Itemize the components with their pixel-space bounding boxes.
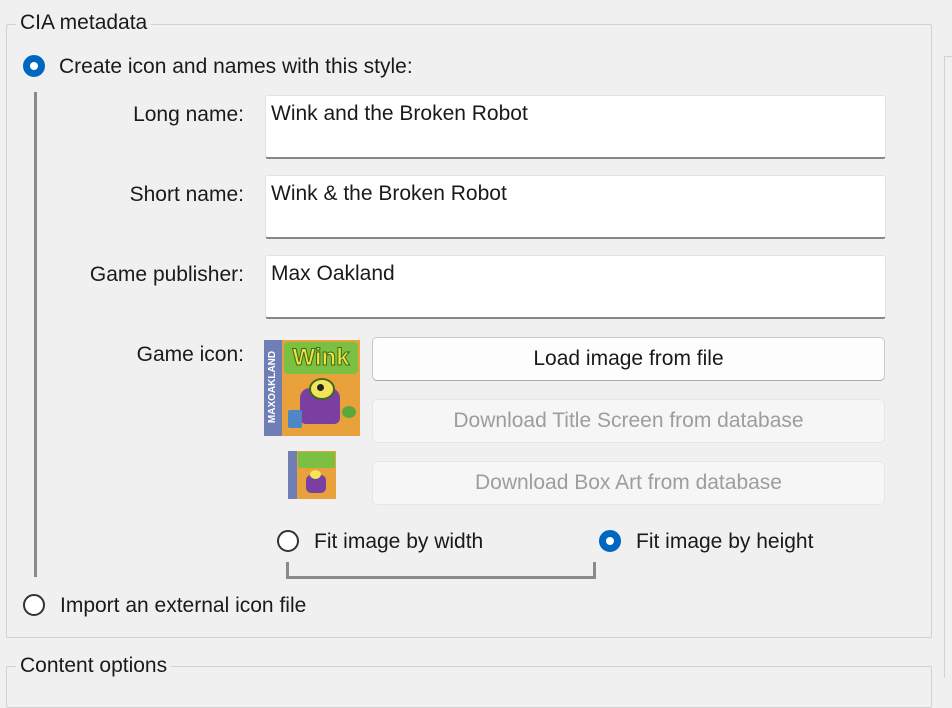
- download-title-screen-button[interactable]: Download Title Screen from database: [372, 399, 885, 443]
- small-icon-eye: [310, 470, 321, 479]
- adjacent-panel-edge: [944, 56, 952, 678]
- icon-leaf: [342, 406, 356, 418]
- short-name-label: Short name:: [129, 183, 244, 206]
- fit-width-label[interactable]: Fit image by width: [314, 529, 483, 555]
- small-icon-side-strip: [288, 451, 297, 499]
- small-icon-logo-banner: [298, 452, 335, 468]
- game-icon-large-preview: MAXOAKLAND Wink: [264, 340, 360, 436]
- icon-side-text: MAXOAKLAND: [267, 350, 278, 424]
- style-radio[interactable]: [23, 55, 45, 77]
- fit-width-radio[interactable]: [277, 530, 299, 552]
- icon-creature-pupil: [317, 384, 324, 391]
- import-radio[interactable]: [23, 594, 45, 616]
- long-name-field[interactable]: Wink and the Broken Robot: [265, 95, 886, 159]
- fit-height-radio[interactable]: [599, 530, 621, 552]
- icon-logo-text: Wink: [292, 344, 350, 372]
- game-icon-small-preview: [288, 451, 336, 499]
- fit-height-label[interactable]: Fit image by height: [636, 529, 813, 555]
- import-radio-label[interactable]: Import an external icon file: [60, 593, 306, 619]
- icon-robot: [288, 410, 302, 428]
- long-name-label: Long name:: [133, 103, 244, 126]
- content-options-title: Content options: [16, 653, 172, 679]
- short-name-field[interactable]: Wink & the Broken Robot: [265, 175, 886, 239]
- cia-metadata-title: CIA metadata: [16, 10, 152, 36]
- load-image-button[interactable]: Load image from file: [372, 337, 885, 381]
- publisher-label: Game publisher:: [89, 263, 244, 286]
- publisher-field[interactable]: Max Oakland: [265, 255, 886, 319]
- game-icon-label: Game icon:: [136, 343, 244, 366]
- fit-bracket: [286, 562, 596, 579]
- download-box-art-button[interactable]: Download Box Art from database: [372, 461, 885, 505]
- style-radio-label[interactable]: Create icon and names with this style:: [59, 54, 413, 80]
- style-bracket-line: [34, 92, 37, 577]
